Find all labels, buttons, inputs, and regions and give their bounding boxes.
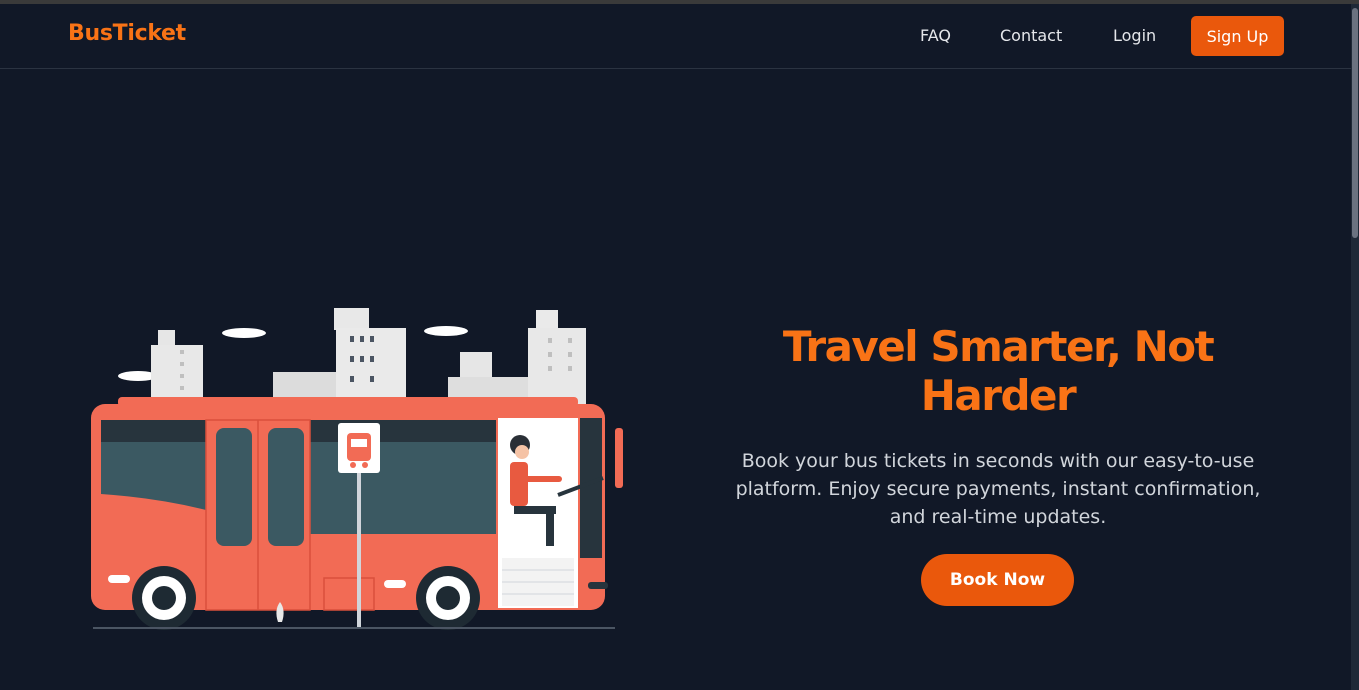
logo[interactable]: BusTicket bbox=[68, 21, 186, 46]
bus-illustration bbox=[91, 308, 623, 630]
nav-link-faq[interactable]: FAQ bbox=[920, 26, 951, 45]
hero-title-line1: Travel Smarter, Not bbox=[782, 322, 1215, 371]
hero-title-line2: Harder bbox=[920, 371, 1077, 420]
scrollbar-thumb[interactable] bbox=[1352, 8, 1358, 238]
navbar: BusTicket FAQ Contact Login Sign Up bbox=[0, 4, 1351, 69]
hero-description: Book your bus tickets in seconds with ou… bbox=[735, 450, 1261, 528]
book-now-button[interactable]: Book Now bbox=[921, 554, 1074, 606]
signup-button[interactable]: Sign Up bbox=[1191, 16, 1284, 56]
city-skyline bbox=[118, 308, 586, 405]
nav-link-login[interactable]: Login bbox=[1113, 26, 1156, 45]
nav-link-contact[interactable]: Contact bbox=[1000, 26, 1062, 45]
hero-title: Travel Smarter, Not Harder bbox=[748, 322, 1248, 420]
page-scrollbar[interactable] bbox=[1351, 4, 1359, 690]
